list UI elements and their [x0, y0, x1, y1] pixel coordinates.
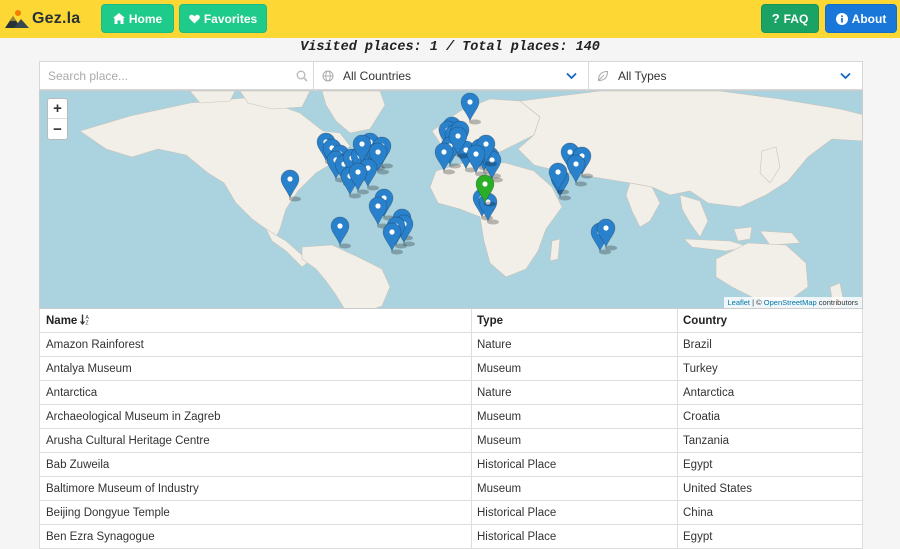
- zoom-out-button[interactable]: −: [48, 119, 67, 139]
- table-row[interactable]: Bab Zuweila Historical Place Egypt: [40, 453, 862, 477]
- question-icon: ?: [771, 11, 780, 26]
- table-body: Amazon Rainforest Nature Brazil Antalya Mus…: [40, 333, 862, 549]
- search-icon: [291, 65, 313, 87]
- place-country-cell: Brazil: [683, 338, 712, 351]
- table-row[interactable]: Antarctica Nature Antarctica: [40, 381, 862, 405]
- place-country-cell: Egypt: [683, 530, 713, 543]
- type-column-header[interactable]: Type: [472, 309, 678, 332]
- place-type-cell: Historical Place: [472, 501, 678, 524]
- leaf-icon: [592, 65, 614, 87]
- place-name-cell: Beijing Dongyue Temple: [40, 501, 472, 524]
- table-header: Name AZ Type Country: [40, 309, 862, 333]
- type-select-value: All Types: [618, 68, 667, 83]
- about-label: About: [851, 11, 887, 26]
- name-header-label: Name: [46, 314, 78, 327]
- globe-icon: [317, 65, 339, 87]
- place-type-cell: Nature: [472, 381, 678, 404]
- world-map[interactable]: + − Leaflet | © OpenStreetMap contributo…: [39, 90, 863, 309]
- favorites-label: Favorites: [203, 11, 258, 26]
- favorites-button[interactable]: Favorites: [179, 4, 267, 33]
- table-row[interactable]: Ben Ezra Synagogue Historical Place Egypt: [40, 525, 862, 549]
- place-country-cell: Turkey: [683, 362, 718, 375]
- place-name-cell: Arusha Cultural Heritage Centre: [40, 429, 472, 452]
- sort-icon[interactable]: AZ: [80, 314, 90, 328]
- search-field[interactable]: Search place...: [39, 61, 314, 90]
- chevron-down-icon: [834, 65, 856, 87]
- about-button[interactable]: About: [825, 4, 897, 33]
- search-input[interactable]: Search place...: [40, 69, 291, 83]
- place-country-cell: Egypt: [683, 458, 713, 471]
- zoom-control: + −: [47, 98, 68, 140]
- name-column-header[interactable]: Name AZ: [40, 309, 472, 332]
- place-name-cell: Archaeological Museum in Zagreb: [40, 405, 472, 428]
- heart-icon: [189, 14, 200, 24]
- table-row[interactable]: Amazon Rainforest Nature Brazil: [40, 333, 862, 357]
- place-country-cell: China: [683, 506, 714, 519]
- navbar: Gez.la Home Favorites ? FAQ About: [0, 0, 900, 38]
- place-name-cell: Ben Ezra Synagogue: [40, 525, 472, 548]
- country-column-header[interactable]: Country: [678, 309, 862, 332]
- place-type-cell: Nature: [472, 333, 678, 356]
- brand-name: Gez.la: [32, 10, 81, 27]
- place-type-cell: Historical Place: [472, 525, 678, 548]
- place-name-cell: Amazon Rainforest: [40, 333, 472, 356]
- table-row[interactable]: Baltimore Museum of Industry Museum United…: [40, 477, 862, 501]
- pyramid-logo-icon: [5, 10, 29, 28]
- visited-stats: Visited places: 1 / Total places: 140: [300, 40, 600, 55]
- table-row[interactable]: Arusha Cultural Heritage Centre Museum Tan…: [40, 429, 862, 453]
- place-type-cell: Museum: [472, 405, 678, 428]
- place-country-cell: Croatia: [683, 410, 721, 423]
- info-icon: [835, 12, 848, 25]
- place-country-cell: Tanzania: [683, 434, 730, 447]
- place-country-cell: United States: [683, 482, 753, 495]
- type-select[interactable]: All Types: [588, 61, 863, 90]
- map-attribution: Leaflet | © OpenStreetMap contributors: [723, 297, 862, 308]
- zoom-in-button[interactable]: +: [48, 99, 67, 119]
- map-marker-icon[interactable]: [280, 169, 301, 202]
- osm-link[interactable]: OpenStreetMap: [764, 298, 817, 307]
- faq-button[interactable]: ? FAQ: [761, 4, 819, 33]
- country-select[interactable]: All Countries: [313, 61, 589, 90]
- map-marker-icon[interactable]: [382, 222, 403, 255]
- faq-label: FAQ: [783, 11, 809, 26]
- place-type-cell: Museum: [472, 429, 678, 452]
- home-button[interactable]: Home: [101, 4, 174, 33]
- place-name-cell: Antarctica: [40, 381, 472, 404]
- chevron-down-icon: [560, 65, 582, 87]
- places-table: Name AZ Type Country Amazon Rainforest Na…: [39, 309, 863, 549]
- table-row[interactable]: Beijing Dongyue Temple Historical Place Ch…: [40, 501, 862, 525]
- table-row[interactable]: Archaeological Museum in Zagreb Museum Cro…: [40, 405, 862, 429]
- brand-logo[interactable]: Gez.la: [4, 7, 80, 31]
- place-type-cell: Museum: [472, 357, 678, 380]
- attribution-tail: contributors: [816, 298, 858, 307]
- place-type-cell: Museum: [472, 477, 678, 500]
- country-select-value: All Countries: [343, 68, 412, 83]
- table-row[interactable]: Antalya Museum Museum Turkey: [40, 357, 862, 381]
- place-name-cell: Antalya Museum: [40, 357, 472, 380]
- place-type-cell: Historical Place: [472, 453, 678, 476]
- svg-text:Z: Z: [86, 320, 89, 325]
- home-label: Home: [128, 11, 163, 26]
- place-name-cell: Bab Zuweila: [40, 453, 472, 476]
- home-icon: [112, 13, 125, 24]
- leaflet-link[interactable]: Leaflet: [728, 298, 751, 307]
- map-marker-icon[interactable]: [330, 216, 351, 249]
- attribution-separator: | ©: [750, 298, 764, 307]
- place-name-cell: Baltimore Museum of Industry: [40, 477, 472, 500]
- place-country-cell: Antarctica: [683, 386, 735, 399]
- map-markers[interactable]: [40, 91, 863, 309]
- map-marker-icon[interactable]: [460, 92, 481, 125]
